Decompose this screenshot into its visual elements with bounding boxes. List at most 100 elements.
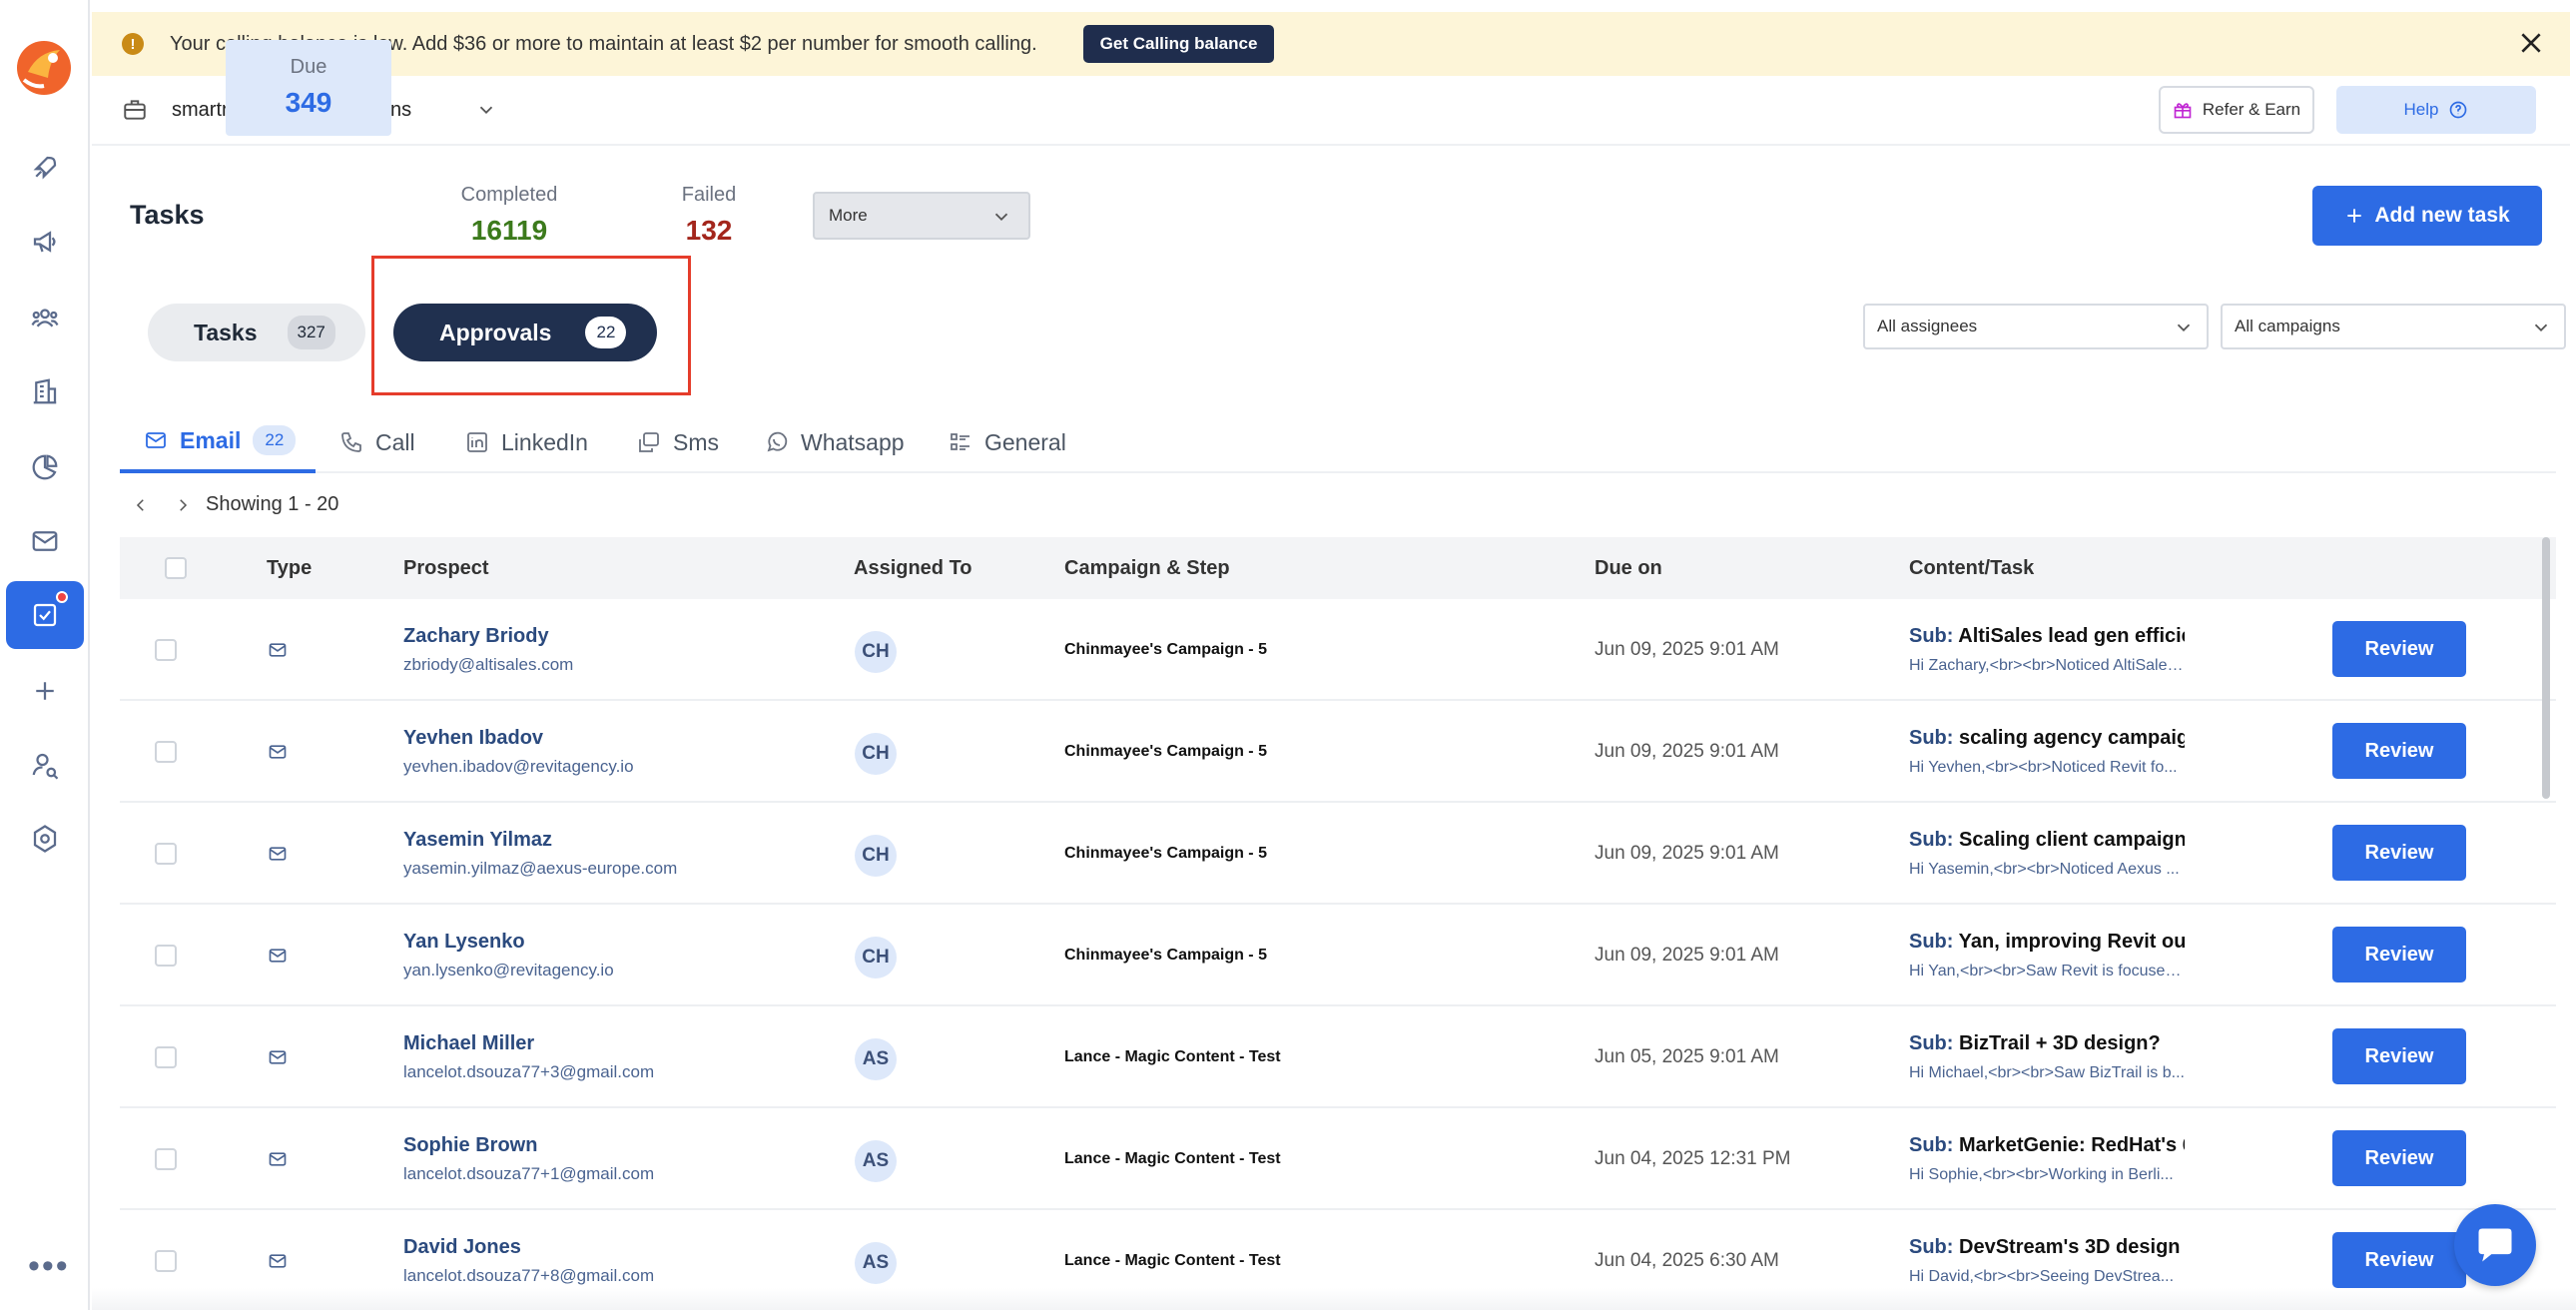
table-row[interactable]: Yan Lysenko yan.lysenko@revitagency.io CH C…: [120, 905, 2556, 1006]
prospect-name[interactable]: Yevhen Ibadov: [403, 727, 543, 750]
review-button[interactable]: Review: [2332, 1028, 2466, 1084]
people-icon[interactable]: [25, 298, 65, 337]
subject-prefix: Sub:: [1909, 829, 1954, 851]
prospect-email: lancelot.dsouza77+3@gmail.com: [403, 1062, 655, 1081]
more-select[interactable]: More: [813, 192, 1030, 240]
tab-whatsapp[interactable]: Whatsapp: [765, 411, 905, 473]
subject-text: Scaling client campaigns?: [1959, 829, 2185, 851]
prospect-email: lancelot.dsouza77+1@gmail.com: [403, 1164, 655, 1183]
tasks-toggle[interactable]: Tasks 327: [148, 304, 365, 361]
due-date: Jun 04, 2025 6:30 AM: [1595, 1250, 1779, 1271]
stat-due[interactable]: Due 349: [226, 40, 391, 136]
review-button[interactable]: Review: [2332, 1232, 2466, 1288]
subject-prefix: Sub:: [1909, 1032, 1954, 1054]
table-row[interactable]: Sophie Brown lancelot.dsouza77+1@gmail.co…: [120, 1108, 2556, 1210]
row-checkbox[interactable]: [155, 1046, 177, 1068]
prospect-name[interactable]: Michael Miller: [403, 1032, 534, 1055]
assignee-avatar: CH: [855, 937, 897, 979]
add-new-task-button[interactable]: Add new task: [2312, 186, 2542, 246]
email-preview: Hi Sophie,<br><br>Working in Berli...: [1909, 1166, 2174, 1183]
get-calling-balance-button[interactable]: Get Calling balance: [1082, 25, 1275, 63]
sidebar: •••: [0, 0, 90, 1310]
pie-chart-icon[interactable]: [25, 447, 65, 487]
plus-icon[interactable]: [25, 671, 65, 711]
row-checkbox[interactable]: [155, 741, 177, 763]
review-button[interactable]: Review: [2332, 723, 2466, 779]
scrollbar[interactable]: [2542, 537, 2550, 799]
prospect-name[interactable]: Yasemin Yilmaz: [403, 829, 552, 852]
inbox-mail-icon[interactable]: [25, 521, 65, 561]
prospect-name[interactable]: Sophie Brown: [403, 1134, 537, 1157]
settings-icon[interactable]: [25, 819, 65, 859]
chevron-left-icon[interactable]: [132, 496, 150, 514]
tab-linkedin[interactable]: LinkedIn: [465, 411, 588, 473]
due-date: Jun 09, 2025 9:01 AM: [1595, 843, 1779, 864]
tab-email[interactable]: Email 22: [120, 411, 316, 473]
row-checkbox[interactable]: [155, 843, 177, 865]
stat-completed[interactable]: Completed 16119: [429, 168, 589, 264]
help-button[interactable]: Help: [2336, 86, 2536, 134]
select-all-checkbox[interactable]: [165, 557, 187, 579]
user-search-icon[interactable]: [25, 745, 65, 785]
app-logo-icon[interactable]: [14, 38, 74, 98]
chevron-down-icon[interactable]: [475, 99, 497, 121]
tab-general[interactable]: General: [949, 411, 1066, 473]
table-row[interactable]: Yevhen Ibadov yevhen.ibadov@revitagency.i…: [120, 701, 2556, 803]
campaign-step: Chinmayee's Campaign - 5: [1064, 743, 1267, 760]
prospect-name[interactable]: David Jones: [403, 1236, 521, 1259]
rocket-icon[interactable]: [25, 148, 65, 188]
megaphone-icon[interactable]: [25, 222, 65, 262]
review-button[interactable]: Review: [2332, 927, 2466, 982]
table-row[interactable]: Michael Miller lancelot.dsouza77+3@gmail.…: [120, 1006, 2556, 1108]
refer-earn-button[interactable]: Refer & Earn: [2159, 86, 2314, 134]
chevron-down-icon: [994, 213, 1008, 222]
assignee-avatar: AS: [855, 1038, 897, 1080]
review-button[interactable]: Review: [2332, 1130, 2466, 1186]
table-row[interactable]: Zachary Briody zbriody@altisales.com CH Chi…: [120, 599, 2556, 701]
highlight-annotation: [371, 256, 691, 395]
email-subject: Sub: Yan, improving Revit outreach: [1909, 931, 2185, 954]
row-checkbox[interactable]: [155, 1148, 177, 1170]
due-date: Jun 09, 2025 9:01 AM: [1595, 741, 1779, 762]
campaign-step: Chinmayee's Campaign - 5: [1064, 947, 1267, 964]
more-dots-icon[interactable]: •••: [28, 1249, 70, 1283]
channel-tabs: Email 22 Call LinkedIn Sms Whatsapp Gene…: [120, 411, 2556, 473]
row-checkbox[interactable]: [155, 945, 177, 967]
prospect-email: yevhen.ibadov@revitagency.io: [403, 757, 634, 776]
chevron-right-icon[interactable]: [174, 496, 192, 514]
mail-icon: [268, 640, 288, 660]
stat-failed[interactable]: Failed 132: [629, 168, 789, 264]
table-row[interactable]: Yasemin Yilmaz yasemin.yilmaz@aexus-europ…: [120, 803, 2556, 905]
column-header: Content/Task: [1909, 557, 2035, 579]
prospect-name[interactable]: Zachary Briody: [403, 625, 549, 648]
stat-label: Due: [290, 56, 327, 78]
review-button[interactable]: Review: [2332, 621, 2466, 677]
row-checkbox[interactable]: [155, 1250, 177, 1272]
prospect-email: yasemin.yilmaz@aexus-europe.com: [403, 859, 678, 878]
stat-value: 132: [685, 215, 733, 246]
tab-label: Email: [180, 426, 242, 453]
prospect-email: yan.lysenko@revitagency.io: [403, 961, 614, 980]
assignee-avatar: CH: [855, 835, 897, 877]
tab-sms[interactable]: Sms: [637, 411, 719, 473]
subject-text: AltiSales lead gen efficiency: [1958, 625, 2185, 647]
stat-label: Failed: [681, 184, 737, 206]
list-icon: [951, 433, 969, 450]
subject-prefix: Sub:: [1909, 625, 1954, 647]
building-icon[interactable]: [25, 371, 65, 411]
row-checkbox[interactable]: [155, 639, 177, 661]
review-button[interactable]: Review: [2332, 825, 2466, 881]
workspace-header: smartreach_v2_campaigns Refer & Earn Hel…: [92, 76, 2570, 146]
email-subject: Sub: MarketGenie: RedHat's 6-m: [1909, 1134, 2185, 1157]
chat-support-button[interactable]: [2454, 1204, 2536, 1286]
campaign-step: Chinmayee's Campaign - 5: [1064, 641, 1267, 658]
assignees-filter-label: All assignees: [1877, 317, 1978, 335]
campaigns-filter[interactable]: All campaigns: [2221, 304, 2566, 349]
prospect-name[interactable]: Yan Lysenko: [403, 931, 525, 954]
assignees-filter[interactable]: All assignees: [1863, 304, 2209, 349]
close-icon[interactable]: [2518, 30, 2544, 56]
tab-call[interactable]: Call: [339, 411, 415, 473]
mail-icon: [268, 946, 288, 966]
tasks-icon[interactable]: [6, 581, 84, 649]
mail-icon: [268, 1047, 288, 1067]
